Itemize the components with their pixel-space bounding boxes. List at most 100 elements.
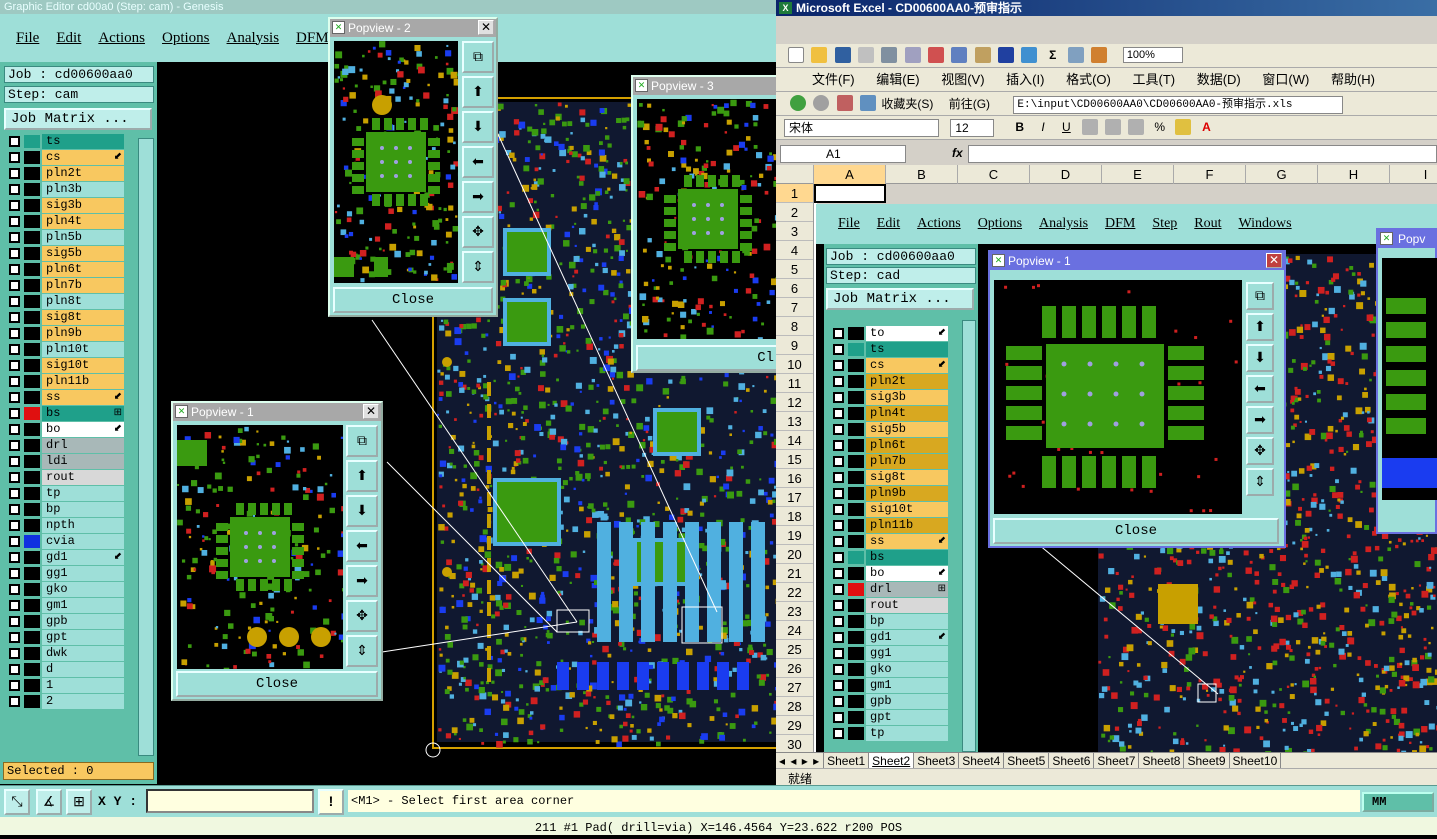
- menu-file[interactable]: 文件(F): [812, 72, 855, 87]
- menu-insert[interactable]: 插入(I): [1006, 72, 1044, 87]
- layer-color-swatch[interactable]: [848, 679, 864, 692]
- layer-color-swatch[interactable]: [24, 343, 40, 356]
- layer-color-swatch[interactable]: [24, 183, 40, 196]
- close-icon[interactable]: ✕: [363, 404, 379, 419]
- sheet-nav-icon[interactable]: ◂ ◂ ▸ ▸: [776, 753, 824, 768]
- layer-color-swatch[interactable]: [24, 647, 40, 660]
- embedded-menu-edit[interactable]: Edit: [877, 216, 900, 232]
- layer-label[interactable]: gg1: [42, 566, 124, 581]
- layer-label[interactable]: sig5b: [42, 246, 124, 261]
- layer-label[interactable]: gm1: [42, 598, 124, 613]
- row-header[interactable]: 5: [776, 260, 813, 279]
- align-right-icon[interactable]: [1128, 119, 1144, 135]
- autosum-icon[interactable]: Σ: [1045, 47, 1061, 63]
- row-header[interactable]: 25: [776, 640, 813, 659]
- layer-label[interactable]: ts: [866, 342, 948, 357]
- layer-checkbox[interactable]: [9, 424, 20, 435]
- layer-label[interactable]: sig3b: [42, 198, 124, 213]
- layer-label[interactable]: 2: [42, 694, 124, 709]
- column-header[interactable]: F: [1174, 165, 1246, 184]
- layer-label[interactable]: pln2t: [42, 166, 124, 181]
- layer-label[interactable]: bp: [42, 502, 124, 517]
- font-select[interactable]: 宋体: [784, 119, 939, 137]
- layer-color-swatch[interactable]: [848, 695, 864, 708]
- layer-checkbox[interactable]: [833, 552, 844, 563]
- spelling-icon[interactable]: [905, 47, 921, 63]
- row-header[interactable]: 13: [776, 412, 813, 431]
- layer-color-swatch[interactable]: [24, 247, 40, 260]
- layer-checkbox[interactable]: [833, 536, 844, 547]
- layer-label[interactable]: bo⬋: [866, 566, 948, 581]
- layer-label[interactable]: ldi: [42, 454, 124, 469]
- embedded-popview-2-titlebar[interactable]: ✕Popv: [1378, 230, 1435, 248]
- layer-label[interactable]: cvia: [42, 534, 124, 549]
- row-header[interactable]: 16: [776, 469, 813, 488]
- layer-checkbox[interactable]: [833, 632, 844, 643]
- layer-checkbox[interactable]: [833, 504, 844, 515]
- layer-checkbox[interactable]: [9, 664, 20, 675]
- layer-checkbox[interactable]: [9, 568, 20, 579]
- layer-checkbox[interactable]: [9, 632, 20, 643]
- row-header[interactable]: 28: [776, 697, 813, 716]
- layer-label[interactable]: pln11b: [866, 518, 948, 533]
- active-cell[interactable]: [814, 184, 886, 203]
- row-header[interactable]: 26: [776, 659, 813, 678]
- popview-3-titlebar[interactable]: ✕Popview - 3: [633, 77, 779, 95]
- layer-label[interactable]: gpb: [866, 694, 948, 709]
- layer-label[interactable]: 1: [42, 678, 124, 693]
- layer-color-swatch[interactable]: [848, 711, 864, 724]
- layer-label[interactable]: pln6t: [42, 262, 124, 277]
- layer-color-swatch[interactable]: [24, 695, 40, 708]
- layer-label[interactable]: cs⬋: [866, 358, 948, 373]
- layer-label[interactable]: rout: [42, 470, 124, 485]
- popview-3-canvas[interactable]: [637, 99, 779, 339]
- layer-label[interactable]: pln11b: [42, 374, 124, 389]
- layer-color-swatch[interactable]: [24, 391, 40, 404]
- row-header[interactable]: 29: [776, 716, 813, 735]
- stop-icon[interactable]: [837, 95, 853, 111]
- layer-color-swatch[interactable]: [24, 631, 40, 644]
- job-matrix-button[interactable]: Job Matrix ...: [4, 108, 152, 130]
- sheet-tab[interactable]: Sheet7: [1094, 753, 1139, 768]
- sheet-tab[interactable]: Sheet1: [824, 753, 869, 768]
- layer-label[interactable]: d: [42, 662, 124, 677]
- layer-color-swatch[interactable]: [24, 215, 40, 228]
- menu-dfm[interactable]: DFM: [296, 30, 329, 47]
- font-color-icon[interactable]: A: [1198, 119, 1214, 135]
- zoom-home-icon[interactable]: ⧉: [462, 41, 494, 73]
- menu-file[interactable]: File: [16, 30, 39, 47]
- layer-checkbox[interactable]: [833, 488, 844, 499]
- layer-color-swatch[interactable]: [24, 279, 40, 292]
- layer-checkbox[interactable]: [833, 568, 844, 579]
- pan-down-icon[interactable]: ⬇: [346, 495, 378, 527]
- sheet-tab[interactable]: Sheet2: [869, 753, 914, 768]
- layer-color-swatch[interactable]: [848, 599, 864, 612]
- zoom-select[interactable]: 100%: [1123, 47, 1183, 63]
- chart-icon[interactable]: [1091, 47, 1107, 63]
- zoom-in-icon[interactable]: ⇕: [462, 251, 494, 283]
- pan-left-icon[interactable]: ⬅: [1246, 375, 1274, 403]
- menu-format[interactable]: 格式(O): [1066, 72, 1111, 87]
- sheet-tab[interactable]: Sheet3: [914, 753, 959, 768]
- row-header[interactable]: 24: [776, 621, 813, 640]
- layer-color-swatch[interactable]: [24, 167, 40, 180]
- layer-label[interactable]: sig8t: [866, 470, 948, 485]
- layer-color-swatch[interactable]: [848, 407, 864, 420]
- font-size-select[interactable]: 12: [950, 119, 994, 137]
- layer-color-swatch[interactable]: [848, 439, 864, 452]
- layer-label[interactable]: bo⬋: [42, 422, 124, 437]
- popview-1-close-button[interactable]: Close: [176, 671, 378, 697]
- layer-label[interactable]: gm1: [866, 678, 948, 693]
- layer-color-swatch[interactable]: [24, 375, 40, 388]
- popview-2-titlebar[interactable]: ✕Popview - 2✕: [330, 19, 496, 37]
- layer-label[interactable]: drl: [42, 438, 124, 453]
- layer-checkbox[interactable]: [9, 648, 20, 659]
- layer-color-swatch[interactable]: [24, 535, 40, 548]
- layer-checkbox[interactable]: [833, 440, 844, 451]
- layer-color-swatch[interactable]: [848, 727, 864, 740]
- row-header[interactable]: 8: [776, 317, 813, 336]
- layer-label[interactable]: gpt: [866, 710, 948, 725]
- layer-checkbox[interactable]: [9, 456, 20, 467]
- save-icon[interactable]: [835, 47, 851, 63]
- layer-color-swatch[interactable]: [24, 583, 40, 596]
